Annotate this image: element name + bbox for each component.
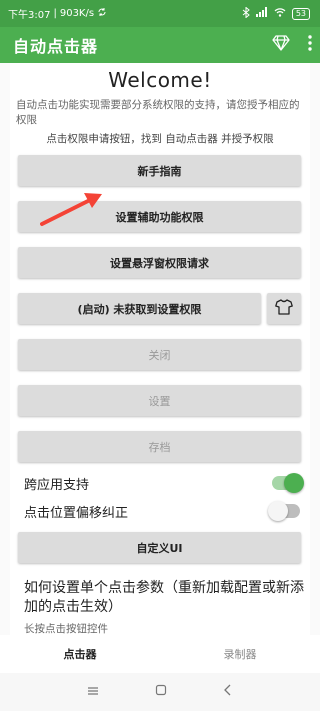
start-button[interactable]: (启动) 未获取到设置权限 bbox=[18, 293, 261, 324]
more-icon[interactable] bbox=[308, 35, 312, 55]
sync-icon bbox=[97, 7, 107, 20]
app-title: 自动点击器 bbox=[13, 37, 99, 56]
system-nav-bar bbox=[0, 673, 320, 711]
permission-hint: 点击权限申请按钮，找到 自动点击器 并授予权限 bbox=[46, 133, 274, 145]
network-speed: 903K/s bbox=[59, 8, 95, 19]
close-button[interactable]: 关闭 bbox=[18, 339, 301, 370]
switch-knob bbox=[268, 501, 288, 521]
menu-icon[interactable] bbox=[87, 684, 99, 700]
app-bar: 自动点击器 bbox=[0, 27, 320, 63]
wifi-icon bbox=[274, 7, 286, 20]
offset-fix-row[interactable]: 点击位置偏移纠正 bbox=[24, 498, 300, 524]
settings-button[interactable]: 设置 bbox=[18, 385, 301, 416]
section-subtitle: 长按点击按钮控件 bbox=[24, 623, 108, 635]
custom-ui-button[interactable]: 自定义UI bbox=[18, 532, 301, 563]
cross-app-switch[interactable] bbox=[272, 473, 304, 493]
theme-button[interactable] bbox=[267, 293, 301, 324]
offset-fix-switch[interactable] bbox=[268, 501, 300, 521]
bluetooth-icon bbox=[242, 5, 250, 21]
red-arrow-icon bbox=[40, 193, 102, 226]
status-right: 53 bbox=[242, 5, 310, 21]
diamond-icon[interactable] bbox=[272, 35, 290, 55]
offset-fix-label: 点击位置偏移纠正 bbox=[24, 505, 129, 521]
status-bar: 下午3:07 | 903K/s 53 bbox=[0, 0, 320, 27]
welcome-title: Welcome! bbox=[108, 68, 212, 92]
signal-icon bbox=[255, 7, 268, 20]
status-divider: | bbox=[53, 8, 57, 19]
save-button[interactable]: 存档 bbox=[18, 431, 301, 462]
app-actions bbox=[272, 35, 312, 55]
guide-button[interactable]: 新手指南 bbox=[18, 155, 301, 186]
overlay-permission-button[interactable]: 设置悬浮窗权限请求 bbox=[18, 247, 301, 278]
cross-app-label: 跨应用支持 bbox=[24, 477, 90, 493]
battery-icon: 53 bbox=[291, 7, 310, 20]
status-left: 下午3:07 | 903K/s bbox=[8, 6, 107, 21]
permission-description: 自动点击功能实现需要部分系统权限的支持，请您授予相应的权限 bbox=[16, 99, 300, 126]
status-time: 下午3:07 bbox=[8, 10, 51, 21]
main-content[interactable]: Welcome! 自动点击功能实现需要部分系统权限的支持，请您授予相应的权限 点… bbox=[10, 63, 310, 635]
nav-tab-recorder[interactable]: 录制器 bbox=[160, 635, 320, 673]
tshirt-icon bbox=[275, 298, 293, 319]
back-icon[interactable] bbox=[223, 684, 233, 700]
section-title: 如何设置单个点击参数（重新加载配置或新添加的点击生效） bbox=[24, 580, 304, 615]
nav-tab-clicker[interactable]: 点击器 bbox=[0, 635, 160, 673]
bottom-nav: 点击器 录制器 bbox=[0, 635, 320, 673]
cross-app-row[interactable]: 跨应用支持 bbox=[24, 470, 304, 496]
switch-knob bbox=[284, 473, 304, 493]
home-icon[interactable] bbox=[155, 684, 167, 700]
